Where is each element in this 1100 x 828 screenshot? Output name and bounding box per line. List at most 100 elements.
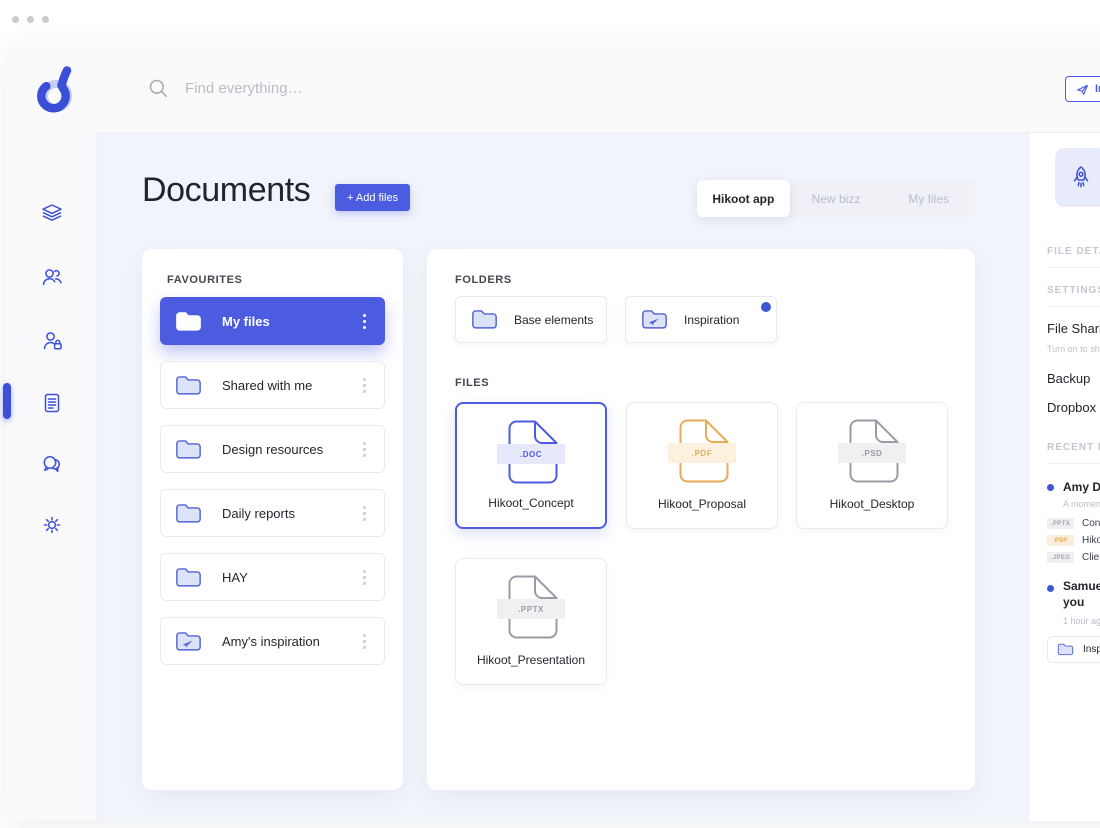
tab-hikoot-app[interactable]: Hikoot app (697, 180, 790, 217)
folder-icon (176, 375, 201, 395)
sidebar-item-team[interactable] (40, 265, 64, 289)
page-title: Documents (142, 171, 311, 209)
file-hikoot-desktop[interactable]: .PSD Hikoot_Desktop (796, 402, 948, 529)
folder-inspiration[interactable]: Inspiration (625, 296, 777, 343)
add-files-button[interactable]: + Add files (335, 184, 411, 211)
activity-bullet (1047, 585, 1054, 592)
search-bar[interactable] (148, 45, 487, 132)
sidebar-item-private[interactable] (40, 329, 64, 353)
favourite-label: Amy's inspiration (222, 633, 320, 649)
recent-folder-name: Inspiration (1083, 644, 1100, 655)
sidebar-item-layers[interactable] (40, 201, 64, 225)
settings-icon (43, 516, 61, 534)
favourites-heading: FAVOURITES (167, 274, 243, 286)
invite-button-label: Invite (1095, 83, 1100, 95)
favourite-item-design-resources[interactable]: Design resources (160, 425, 385, 473)
search-input[interactable] (183, 79, 487, 98)
file-doc-icon: .PSD (838, 419, 906, 483)
folder-send-icon (642, 310, 667, 329)
item-menu-icon[interactable] (359, 502, 370, 525)
file-ext-badge: .PDF (1047, 535, 1074, 546)
folder-icon (472, 310, 497, 329)
file-doc-icon: .PPTX (497, 575, 565, 639)
file-hikoot-presentation[interactable]: .PPTX Hikoot_Presentation (455, 558, 607, 685)
divider (1047, 267, 1100, 268)
favourite-item-shared-with-me[interactable]: Shared with me (160, 361, 385, 409)
folder-icon (1057, 643, 1074, 656)
tab-my-files[interactable]: My files (882, 180, 975, 217)
recent-file-name: Content_ (1082, 518, 1100, 529)
recent-file-chip[interactable]: .PPTX Content_ (1047, 518, 1100, 529)
folder-base-elements[interactable]: Base elements (455, 296, 607, 343)
sidebar-item-documents[interactable] (40, 391, 64, 415)
file-hikoot-concept[interactable]: .DOC Hikoot_Concept (455, 402, 607, 529)
window-controls[interactable] (12, 16, 49, 23)
recent-files-heading: RECENT FILES (1047, 442, 1100, 453)
folder-label: Inspiration (684, 312, 740, 327)
folder-icon (176, 311, 201, 331)
layers-icon (42, 204, 62, 221)
top-header: Invite (96, 45, 1100, 133)
activity-bullet (1047, 484, 1054, 491)
favourite-item-my-files[interactable]: My files (160, 297, 385, 345)
tab-label: My files (908, 191, 950, 206)
document-icon (44, 393, 60, 413)
file-ext-badge: .JPEG (1047, 552, 1074, 563)
setting-file-sharing-sub: Turn on to share (1047, 344, 1100, 354)
sidebar-item-messages[interactable] (40, 452, 64, 476)
item-menu-icon[interactable] (359, 310, 370, 333)
details-panel: FILE DETAILS SETTINGS File Sharing Turn … (1030, 133, 1100, 821)
divider (1047, 463, 1100, 464)
file-doc-icon: .PDF (668, 419, 736, 483)
tab-new-bizz[interactable]: New bizz (790, 180, 883, 217)
recent-file-name: Hikoot_ (1082, 535, 1100, 546)
window-dot[interactable] (12, 16, 19, 23)
add-files-label: + Add files (347, 191, 399, 204)
setting-backup[interactable]: Backup (1047, 371, 1090, 386)
notification-dot (761, 302, 771, 312)
files-heading: FILES (455, 377, 490, 389)
setting-dropbox-sync[interactable]: Dropbox Sync (1047, 400, 1100, 415)
recent-file-chip[interactable]: .PDF Hikoot_ (1047, 535, 1100, 546)
tab-label: Hikoot app (712, 191, 775, 206)
file-details-heading: FILE DETAILS (1047, 246, 1100, 257)
app-logo (37, 66, 72, 113)
favourite-item-daily-reports[interactable]: Daily reports (160, 489, 385, 537)
file-doc-icon: .DOC (497, 420, 565, 484)
users-icon (42, 269, 62, 286)
favourite-label: Design resources (222, 441, 324, 457)
favourite-label: HAY (222, 569, 248, 585)
favourite-label: Daily reports (222, 505, 295, 521)
folder-label: Base elements (514, 312, 594, 327)
invite-button[interactable]: Invite (1065, 76, 1100, 102)
item-menu-icon[interactable] (359, 438, 370, 461)
file-name: Hikoot_Desktop (829, 497, 915, 511)
recent-file-name: Client_S (1082, 552, 1100, 563)
settings-heading: SETTINGS (1047, 285, 1100, 296)
sidebar-item-settings[interactable] (40, 513, 64, 537)
favourite-item-hay[interactable]: HAY (160, 553, 385, 601)
recent-file-chip[interactable]: .JPEG Client_S (1047, 552, 1100, 563)
window-dot[interactable] (27, 16, 34, 23)
file-ext-badge: .PPTX (1047, 518, 1074, 529)
recent-folder-chip[interactable]: Inspiration (1047, 636, 1100, 663)
window-dot[interactable] (42, 16, 49, 23)
activity-time: A moment ago (1063, 499, 1100, 509)
folder-icon (176, 503, 201, 523)
item-menu-icon[interactable] (359, 630, 370, 653)
documents-panel: FOLDERS Base elements Inspiration FILES (427, 249, 975, 790)
file-hikoot-proposal[interactable]: .PDF Hikoot_Proposal (626, 402, 778, 529)
favourites-panel: FAVOURITES My files Shared with me Desig… (142, 249, 403, 790)
favourite-label: My files (222, 313, 270, 329)
item-menu-icon[interactable] (359, 566, 370, 589)
divider (1047, 306, 1100, 307)
setting-file-sharing[interactable]: File Sharing (1047, 321, 1100, 336)
favourites-list: My files Shared with me Design resources (160, 297, 385, 681)
activity-time: 1 hour ago (1063, 616, 1100, 626)
rocket-chip[interactable] (1055, 148, 1100, 207)
favourite-item-amys-inspiration[interactable]: Amy's inspiration (160, 617, 385, 665)
user-lock-icon (43, 332, 62, 350)
activity-user-line2: you (1063, 595, 1085, 609)
file-name: Hikoot_Proposal (657, 497, 747, 511)
item-menu-icon[interactable] (359, 374, 370, 397)
